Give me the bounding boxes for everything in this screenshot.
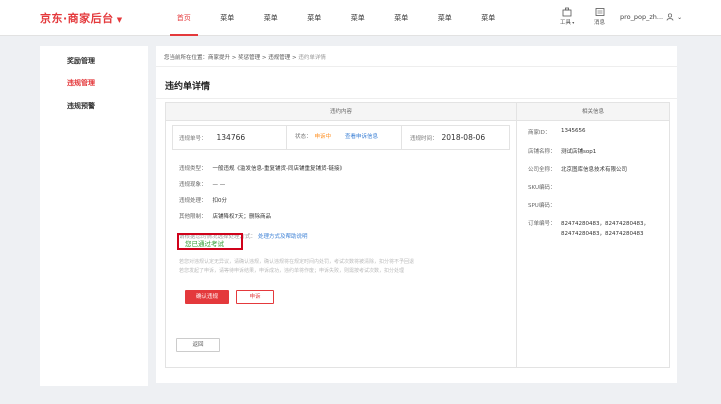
note-line: 若您对违规认定无异议，请确认违规，确认违规将在规定时间内处罚，考试次数将被清除，…	[179, 259, 415, 265]
other-limits-row: 其他限制： 店铺降权7天；删除商品	[179, 212, 271, 220]
nav-item-menu[interactable]: 菜单	[467, 0, 511, 36]
breadcrumb-item[interactable]: 奖惩管理	[238, 55, 260, 61]
breadcrumb-item[interactable]: 违规管理	[268, 55, 290, 61]
page-title: 违约单详情	[165, 82, 211, 92]
merchant-id-value: 1345656	[561, 128, 586, 134]
shop-name-label: 店铺名称：	[528, 149, 556, 155]
merchant-id-label: 商家ID：	[528, 130, 551, 136]
breadcrumb: 您当前所在位置：商家提升 > 奖惩管理 > 违规管理 > 违约单详情	[164, 53, 326, 61]
messages-label: 消息	[594, 20, 606, 26]
brand-logo[interactable]: 京东·商家后台 ▼	[40, 10, 123, 26]
confirm-violation-button[interactable]: 确认违规	[185, 290, 229, 304]
violation-phenomenon-row: 违规现象： — —	[179, 180, 225, 188]
divider	[156, 66, 677, 67]
toolbox-icon	[562, 7, 572, 17]
main-nav: 首页 菜单 菜单 菜单 菜单 菜单 菜单 菜单	[162, 0, 510, 36]
messages-button[interactable]: 消息	[594, 7, 605, 26]
nav-item-menu[interactable]: 菜单	[423, 0, 467, 36]
note-line: 若您发起了申诉，请等待申诉结果，申诉成功，违约单将作废；申诉失败，则需按考试次数…	[179, 268, 405, 274]
exam-passed-highlight: 您已通过考试	[177, 233, 243, 250]
message-icon	[595, 8, 604, 16]
order-numbers-line: 82474280483，82474280483，	[561, 219, 649, 227]
nav-item-menu[interactable]: 菜单	[206, 0, 250, 36]
sidebar-item-rewards[interactable]: 奖励管理	[67, 56, 95, 66]
type-label: 违规类型：	[179, 166, 207, 172]
nav-item-menu[interactable]: 菜单	[293, 0, 337, 36]
column-header-content: 违约内容	[166, 103, 516, 121]
violation-id: 违规单号： 134766	[179, 126, 245, 149]
nav-item-menu[interactable]: 菜单	[249, 0, 293, 36]
column-header-related: 相关信息	[517, 103, 669, 121]
spu-label: SPU编码：	[528, 203, 556, 209]
violation-id-value: 134766	[216, 133, 246, 142]
order-label: 订单编号：	[528, 221, 556, 227]
breadcrumb-separator: >	[230, 55, 239, 61]
order-row: 订单编号： 82474280483，82474280483， 824742804…	[528, 219, 649, 237]
sidebar: 奖励管理 违规管理 违规预警	[40, 46, 148, 386]
company-row: 公司全称： 北京图库信息技术有限公司	[528, 165, 627, 173]
handling-value: 扣0分	[212, 198, 228, 204]
order-numbers-line: 82474280483，82474280483	[561, 229, 644, 237]
phenomenon-label: 违规现象：	[179, 182, 207, 188]
violation-type-row: 违规类型： 一般违规《滥发信息-重复铺货-同店铺重复铺货-链接》	[179, 164, 345, 172]
top-navigation-bar: 京东·商家后台 ▼ 首页 菜单 菜单 菜单 菜单 菜单 菜单 菜单 工具 ▾ 消息…	[0, 0, 721, 36]
appeal-button[interactable]: 申诉	[236, 290, 274, 304]
order-number: 82474280483，	[561, 231, 605, 237]
column-divider	[516, 103, 517, 367]
nav-item-menu[interactable]: 菜单	[336, 0, 380, 36]
sku-row: SKU编码：	[528, 183, 555, 191]
violation-handling-row: 违规处理： 扣0分	[179, 196, 227, 204]
time-label: 违规时间：	[410, 136, 438, 142]
breadcrumb-prefix: 您当前所在位置：	[164, 55, 209, 61]
time-value: 2018-08-06	[441, 133, 486, 142]
nav-item-home[interactable]: 首页	[162, 0, 206, 36]
tools-label: 工具	[560, 20, 572, 26]
sidebar-item-violations[interactable]: 违规管理	[67, 78, 95, 88]
order-number: 82474280483	[605, 231, 644, 237]
other-label: 其他限制：	[179, 214, 207, 220]
other-value: 店铺降权7天；删除商品	[212, 214, 272, 220]
shop-name-row: 店铺名称： 测试店铺sop1	[528, 147, 596, 155]
company-value: 北京图库信息技术有限公司	[561, 167, 628, 173]
user-icon	[666, 13, 674, 21]
merchant-id-row: 商家ID： 1345656	[528, 128, 586, 136]
back-button[interactable]: 返回	[176, 338, 220, 352]
sku-label: SKU编码：	[528, 185, 556, 191]
user-menu[interactable]: pro_pop_zh... ⌄	[620, 13, 682, 21]
main-panel: 您当前所在位置：商家提升 > 奖惩管理 > 违规管理 > 违约单详情 违约单详情…	[156, 46, 677, 383]
divider	[156, 98, 677, 99]
chevron-down-icon[interactable]: ⌄	[677, 14, 682, 21]
order-number: 82474280483，	[605, 221, 649, 227]
violation-status: 状态： 申诉中 查看申诉信息	[295, 126, 378, 149]
divider	[401, 126, 402, 149]
handling-label: 违规处理：	[179, 198, 207, 204]
status-badge: 申诉中	[314, 134, 332, 140]
company-label: 公司全称：	[528, 167, 556, 173]
phenomenon-value: — —	[212, 182, 226, 188]
shop-name-value: 测试店铺sop1	[561, 149, 597, 155]
nav-item-menu[interactable]: 菜单	[380, 0, 424, 36]
breadcrumb-current: 违约单详情	[298, 55, 326, 61]
logo-text: 京东·商家后台	[40, 12, 114, 25]
divider	[286, 126, 287, 149]
tools-button[interactable]: 工具 ▾	[560, 7, 574, 26]
violation-id-label: 违规单号：	[179, 136, 207, 142]
exam-passed-text: 您已通过考试	[185, 240, 224, 248]
sidebar-item-warnings[interactable]: 违规预警	[67, 101, 95, 111]
status-label: 状态：	[295, 134, 312, 140]
username: pro_pop_zh...	[620, 13, 664, 21]
violation-detail-box: 违约内容 相关信息 违规单号： 134766 状态： 申诉中 查看申诉信息 违规时间：…	[165, 102, 670, 368]
order-number: 82474280483，	[561, 221, 605, 227]
violation-time: 违规时间： 2018-08-06	[410, 126, 485, 149]
breadcrumb-item[interactable]: 商家提升	[208, 55, 230, 61]
spu-row: SPU编码：	[528, 201, 555, 209]
view-appeal-link[interactable]: 查看申诉信息	[345, 134, 378, 140]
type-value: 一般违规《滥发信息-重复铺货-同店铺重复铺货-链接》	[212, 166, 345, 172]
help-link[interactable]: 处理方式及帮助说明	[258, 234, 308, 240]
violation-summary: 违规单号： 134766 状态： 申诉中 查看申诉信息 违规时间： 2018-08-06	[172, 125, 510, 150]
chevron-down-icon[interactable]: ▼	[117, 16, 123, 24]
